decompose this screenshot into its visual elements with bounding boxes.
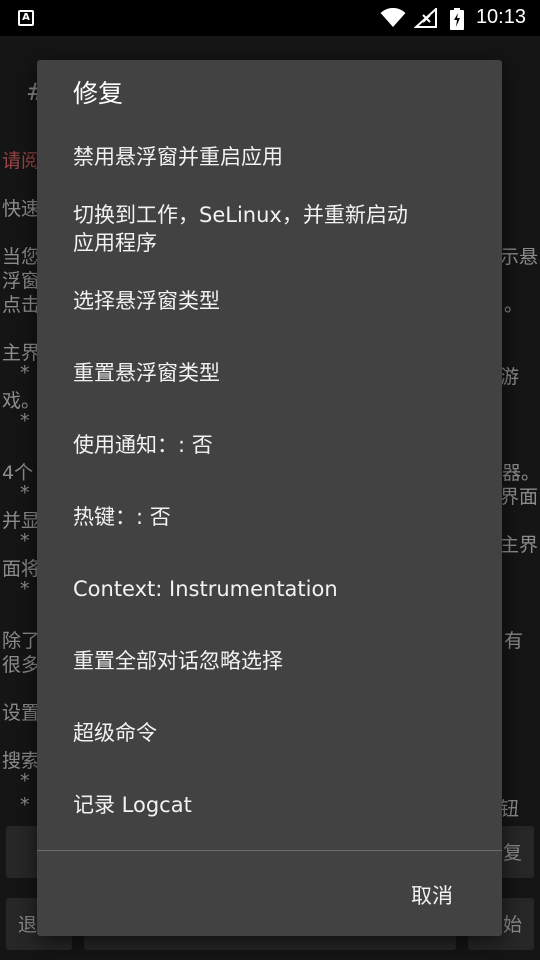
fix-dialog: 修复 禁用悬浮窗并重启应用 切换到工作，SeLinux，并重新启动 应用程序 选… [37,60,502,936]
menu-item-reset-dialog-ignore[interactable]: 重置全部对话忽略选择 [37,647,502,675]
menu-item-reset-overlay-type[interactable]: 重置悬浮窗类型 [37,359,502,387]
dialog-divider [37,850,502,851]
wifi-icon [380,8,406,27]
menu-item-label: 切换到工作，SeLinux，并重新启动 [73,203,408,227]
menu-item-super-command[interactable]: 超级命令 [37,719,502,747]
status-bar: A 10:13 [0,0,540,36]
clock: 10:13 [475,6,526,28]
cancel-button[interactable]: 取消 [392,876,472,916]
menu-item-use-notification[interactable]: 使用通知：: 否 [37,431,502,459]
dialog-title: 修复 [73,79,124,108]
menu-item-disable-overlay-restart[interactable]: 禁用悬浮窗并重启应用 [37,143,502,171]
menu-item-select-overlay-type[interactable]: 选择悬浮窗类型 [37,287,502,315]
menu-item-context[interactable]: Context: Instrumentation [37,575,502,603]
menu-item-switch-selinux-restart[interactable]: 切换到工作，SeLinux，并重新启动 应用程序 [37,201,502,257]
menu-item-label: 应用程序 [73,231,157,255]
battery-icon [450,8,464,30]
signal-icon [414,8,437,28]
app-notification-icon: A [18,10,34,26]
menu-item-hotkey[interactable]: 热键：: 否 [37,503,502,531]
menu-item-record-logcat[interactable]: 记录 Logcat [37,791,502,819]
